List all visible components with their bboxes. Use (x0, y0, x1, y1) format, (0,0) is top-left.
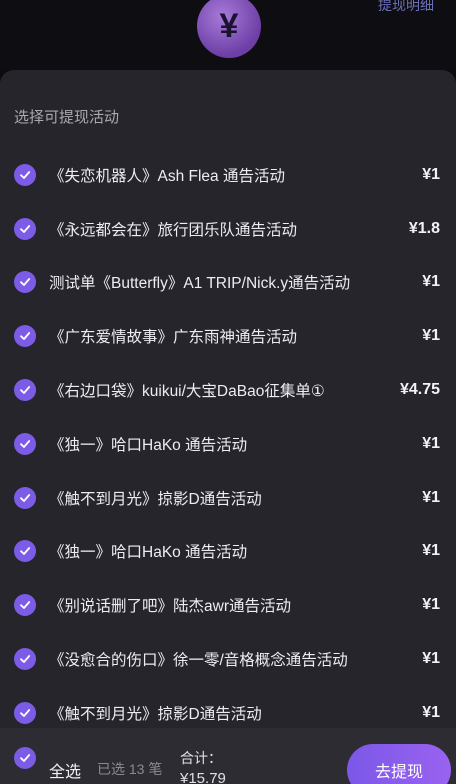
activity-name: 《触不到月光》掠影D通告活动 (49, 490, 262, 508)
activity-amount: ¥1.8 (408, 219, 440, 237)
top-bar: ¥ 提现明细 (0, 0, 456, 70)
activity-amount: ¥1 (422, 542, 440, 560)
checkmark-icon (20, 655, 31, 663)
list-item[interactable]: 测试单《Butterfly》A1 TRIP/Nick.y通告活动 ¥1 (0, 256, 456, 310)
activity-amount: ¥1 (422, 273, 440, 291)
activity-amount: ¥4.75 (399, 381, 440, 399)
checkmark-icon (20, 547, 31, 556)
withdraw-button[interactable]: 去提现 (347, 744, 451, 784)
item-checkbox[interactable] (14, 486, 36, 509)
sheet-title: 选择可提现活动 (14, 109, 120, 126)
activity-name: 《触不到月光》掠影D通告活动 (49, 705, 262, 723)
list-item[interactable]: 《右边口袋》kuikui/大宝DaBao征集单① ¥4.75 (0, 363, 456, 417)
item-checkbox[interactable] (14, 594, 36, 617)
item-checkbox[interactable] (14, 217, 36, 240)
activity-name: 《独一》哈口HaKo 通告活动 (49, 436, 248, 454)
checkmark-icon (20, 170, 31, 179)
checkmark-icon (20, 754, 31, 762)
list-item[interactable]: 《广东爱情故事》广东雨神通告活动 ¥1 (0, 309, 456, 363)
activity-name: 《失恋机器人》Ash Flea 通告活动 (49, 167, 285, 185)
list-item[interactable]: 《永远都会在》旅行团乐队通告活动 ¥1.8 (0, 202, 456, 256)
yen-icon: ¥ (197, 0, 261, 58)
checkmark-icon (20, 332, 31, 341)
select-all-label[interactable]: 全选 (49, 758, 81, 782)
activity-name: 《独一》哈口HaKo 通告活动 (49, 544, 248, 562)
list-item[interactable]: 《独一》哈口HaKo 通告活动 ¥1 (0, 417, 456, 471)
item-checkbox[interactable] (14, 325, 36, 348)
activity-name: 测试单《Butterfly》A1 TRIP/Nick.y通告活动 (49, 275, 351, 293)
withdraw-detail-link[interactable]: 提现明细 (378, 0, 434, 15)
item-checkbox[interactable] (14, 163, 36, 186)
item-checkbox[interactable] (14, 379, 36, 402)
checkmark-icon (20, 224, 31, 233)
activity-amount: ¥1 (422, 596, 440, 614)
activity-amount: ¥1 (422, 327, 440, 345)
activity-amount: ¥1 (422, 703, 440, 721)
activity-amount: ¥1 (422, 165, 440, 183)
list-item[interactable]: 《触不到月光》掠影D通告活动 ¥1 (0, 471, 456, 525)
checkmark-icon (20, 278, 31, 287)
checkmark-icon (20, 601, 31, 610)
activity-name: 《没愈合的伤口》徐一零/音格概念通告活动 (49, 652, 348, 670)
activity-name: 《永远都会在》旅行团乐队通告活动 (49, 221, 298, 239)
total-amount: ¥15.79 (180, 770, 226, 784)
activity-amount: ¥1 (422, 488, 440, 506)
checkmark-icon (20, 386, 31, 394)
withdraw-activity-sheet: 选择可提现活动 《失恋机器人》Ash Flea 通告活动 ¥1 《永远都会在》旅行团… (0, 70, 456, 784)
activity-list: 《失恋机器人》Ash Flea 通告活动 ¥1 《永远都会在》旅行团乐队通告活动 ¥1… (0, 148, 456, 740)
activity-name: 《广东爱情故事》广东雨神通告活动 (49, 329, 298, 347)
item-checkbox[interactable] (14, 271, 36, 294)
activity-amount: ¥1 (422, 650, 440, 668)
selected-count: 已选 13 笔 (97, 761, 163, 777)
item-checkbox[interactable] (14, 701, 36, 724)
list-item[interactable]: 《失恋机器人》Ash Flea 通告活动 ¥1 (0, 148, 456, 202)
checkmark-icon (20, 493, 31, 502)
activity-name: 《别说话删了吧》陆杰awr通告活动 (49, 598, 291, 616)
item-checkbox[interactable] (14, 540, 36, 563)
activity-name: 《右边口袋》kuikui/大宝DaBao征集单① (49, 383, 325, 401)
list-item[interactable]: 《别说话删了吧》陆杰awr通告活动 ¥1 (0, 578, 456, 632)
list-item[interactable]: 《没愈合的伤口》徐一零/音格概念通告活动 ¥1 (0, 632, 456, 686)
list-item[interactable]: 《独一》哈口HaKo 通告活动 ¥1 (0, 525, 456, 579)
select-all-checkbox[interactable] (14, 747, 36, 769)
bottom-bar: 全选 已选 13 笔 合计： ¥15.79 去提现 (0, 728, 456, 784)
checkmark-icon (20, 439, 31, 448)
total-label: 合计： (180, 750, 222, 766)
checkmark-icon (20, 708, 31, 717)
item-checkbox[interactable] (14, 648, 36, 671)
activity-amount: ¥1 (422, 434, 440, 452)
item-checkbox[interactable] (14, 432, 36, 455)
